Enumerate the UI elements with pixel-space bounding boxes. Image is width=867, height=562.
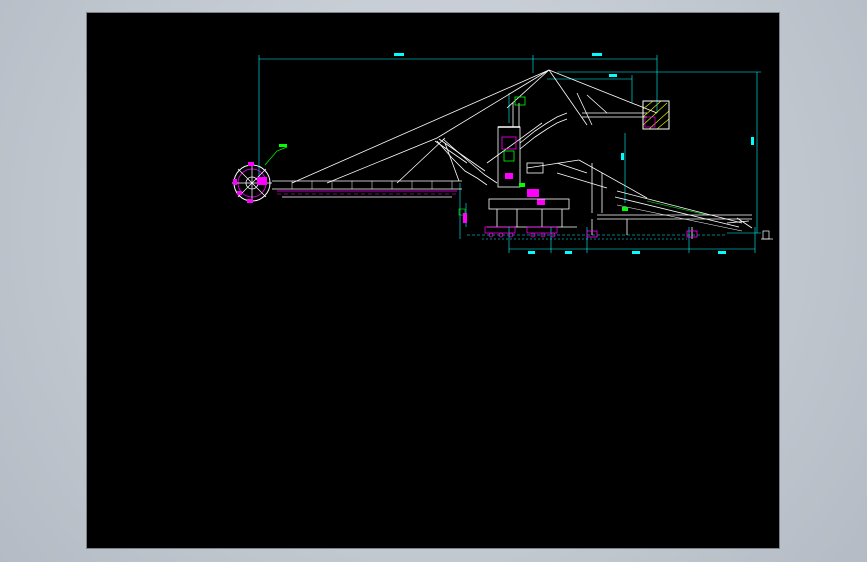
tripper-conveyor — [526, 159, 753, 232]
cad-drawing-viewport[interactable] — [87, 13, 779, 548]
bucket-wheel — [232, 146, 288, 203]
counterweight — [642, 100, 670, 130]
bucket-wheel-boom — [272, 180, 462, 198]
dimension-lines — [258, 55, 761, 253]
dimension-labels — [279, 53, 754, 254]
cab-details — [505, 173, 545, 205]
stacker-reclaimer-drawing — [232, 53, 773, 254]
rail-end-symbol — [761, 230, 773, 240]
